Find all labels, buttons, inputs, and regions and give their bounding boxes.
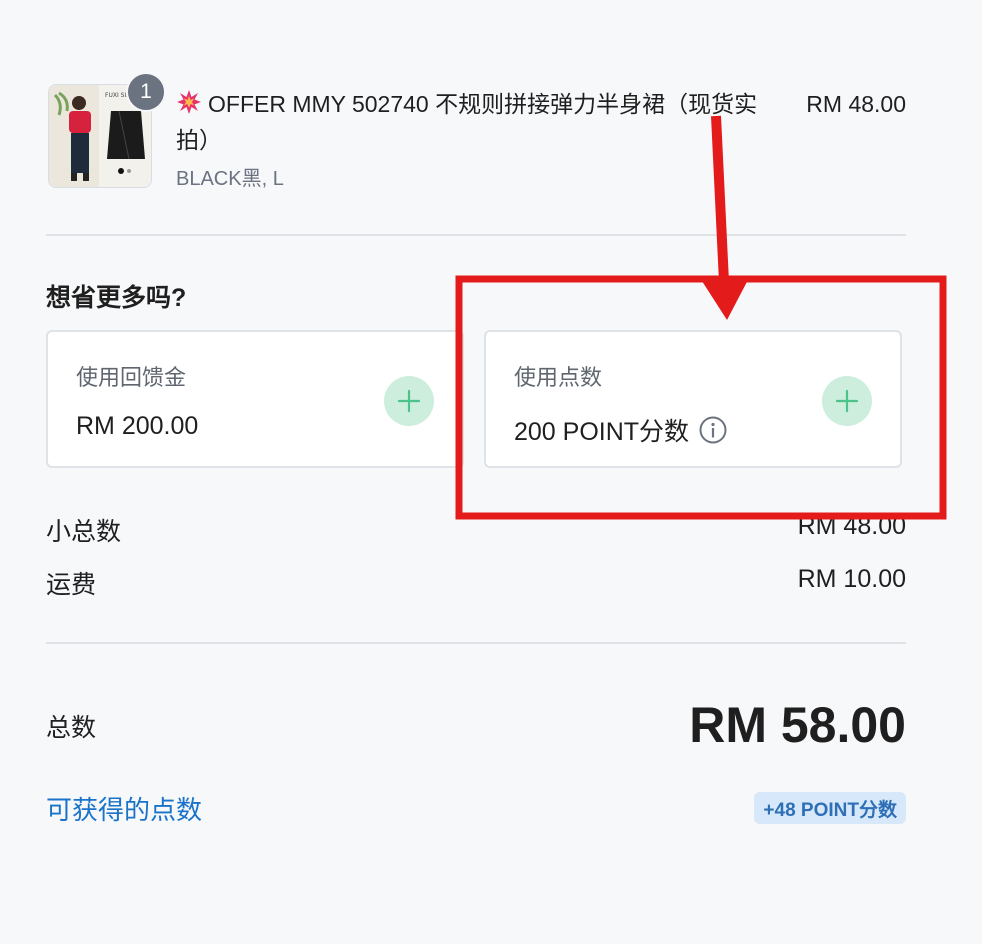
cashback-value: RM 200.00 bbox=[76, 412, 199, 440]
cashback-card[interactable]: 使用回馈金 RM 200.00 bbox=[46, 330, 464, 468]
points-value: 200 POINT分数 bbox=[514, 418, 690, 446]
earnable-points-badge: +48 POINT分数 bbox=[754, 792, 906, 824]
divider bbox=[46, 234, 906, 236]
quantity-badge: 1 bbox=[126, 72, 166, 112]
product-price: RM 48.00 bbox=[806, 91, 906, 117]
shipping-value: RM 10.00 bbox=[797, 565, 906, 593]
product-title: OFFER MMY 502740 不规则拼接弹力半身裙（现货实拍） bbox=[176, 86, 776, 158]
total-value: RM 58.00 bbox=[689, 697, 906, 753]
plus-icon bbox=[835, 389, 859, 413]
points-value-row: 200 POINT分数 bbox=[514, 412, 727, 448]
add-cashback-button[interactable] bbox=[384, 376, 434, 426]
divider bbox=[46, 642, 906, 644]
plus-icon bbox=[397, 389, 421, 413]
checkout-summary: FUXI SUB 1 OFFER MMY 502740 不规则拼接弹力半身裙（现… bbox=[0, 0, 982, 944]
product-line-item: FUXI SUB 1 OFFER MMY 502740 不规则拼接弹力半身裙（现… bbox=[46, 72, 906, 192]
product-title-text: OFFER MMY 502740 不规则拼接弹力半身裙（现货实拍） bbox=[176, 91, 758, 153]
points-label: 使用点数 bbox=[514, 365, 603, 390]
annotation-arrow-head bbox=[700, 276, 750, 320]
add-points-button[interactable] bbox=[822, 376, 872, 426]
earnable-points-link[interactable]: 可获得的点数 bbox=[46, 790, 202, 827]
product-variant: BLACK黑, L bbox=[176, 168, 284, 190]
savings-heading: 想省更多吗? bbox=[46, 284, 187, 312]
subtotal-value: RM 48.00 bbox=[797, 512, 906, 540]
points-card[interactable]: 使用点数 200 POINT分数 bbox=[484, 330, 902, 468]
total-label: 总数 bbox=[46, 714, 97, 742]
shipping-label: 运费 bbox=[46, 571, 97, 599]
subtotal-label: 小总数 bbox=[46, 518, 122, 546]
info-icon[interactable] bbox=[699, 416, 727, 444]
burst-icon bbox=[176, 89, 202, 115]
cashback-label: 使用回馈金 bbox=[76, 365, 187, 390]
